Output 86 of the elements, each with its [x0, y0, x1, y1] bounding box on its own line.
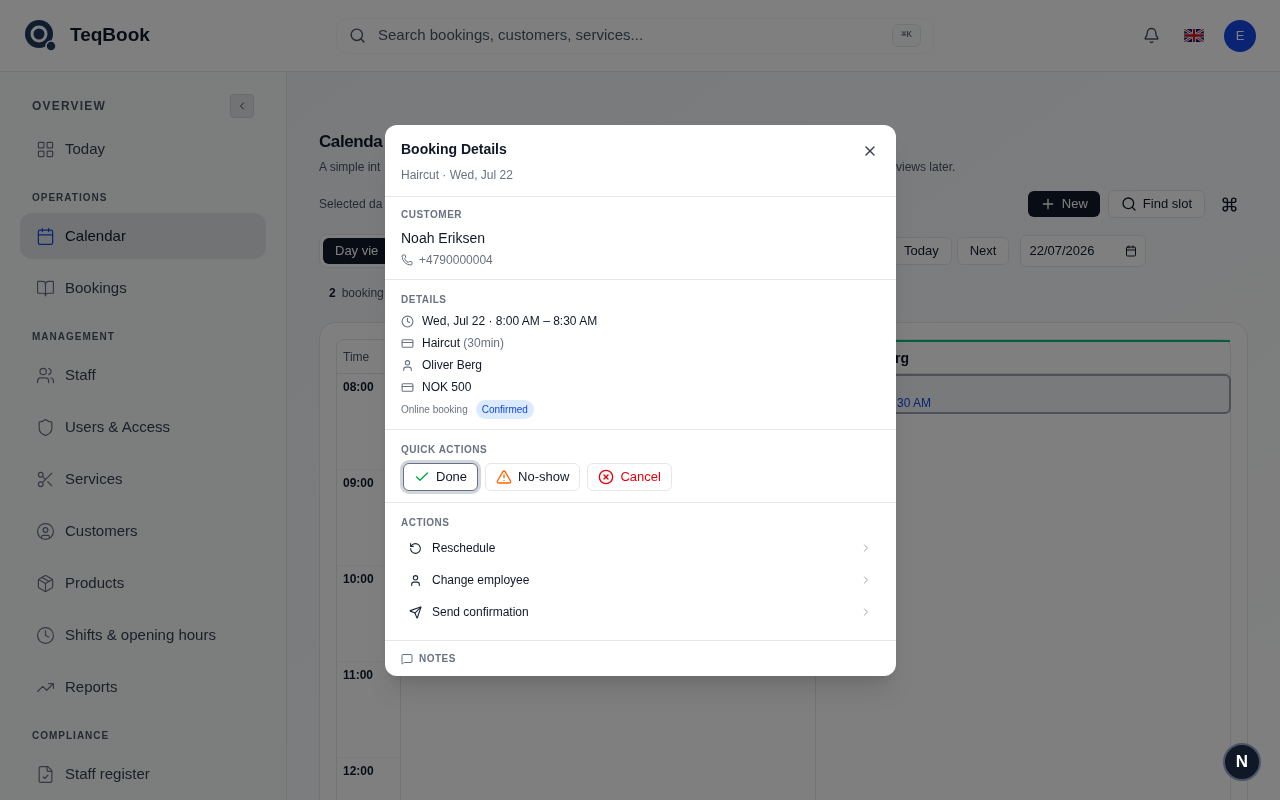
- time-label: 09:00: [343, 476, 374, 490]
- nav-item[interactable]: Reports: [20, 664, 266, 710]
- scissors-icon: [36, 469, 55, 489]
- detail-text: Haircut (30min): [422, 335, 505, 352]
- detail-text: NOK 500: [422, 379, 472, 396]
- shield-icon: [36, 417, 55, 437]
- section-label: ACTIONS: [401, 516, 451, 530]
- subtitle-text: A simple int: [319, 160, 381, 174]
- action-item[interactable]: Reschedule: [401, 532, 880, 564]
- booking-count: 2: [329, 285, 336, 302]
- search-field[interactable]: Search bookings, customers, services... ⌘K: [336, 17, 934, 54]
- page-title: Calenda: [319, 131, 383, 153]
- nav-item[interactable]: Customers: [20, 508, 266, 554]
- action-item[interactable]: Change employee: [401, 564, 880, 596]
- clock-icon: [401, 314, 414, 328]
- nav-item[interactable]: Staff register: [20, 751, 266, 797]
- customer-name: Noah Eriksen: [401, 229, 487, 248]
- detail-text: Oliver Berg: [422, 357, 483, 374]
- card-icon: [401, 336, 414, 350]
- column-header: rg: [895, 350, 909, 366]
- column-header: Time: [343, 350, 370, 364]
- action-item[interactable]: Send confirmation: [401, 596, 880, 628]
- person-icon: [409, 573, 422, 587]
- phone-icon: [401, 254, 413, 266]
- time-label: 12:00: [343, 764, 374, 778]
- command-icon[interactable]: [1221, 195, 1238, 213]
- section-label: OPERATIONS: [32, 191, 108, 205]
- card-icon: [401, 380, 414, 394]
- new-button[interactable]: New: [1027, 191, 1100, 217]
- nav-item[interactable]: Calendar: [20, 213, 266, 259]
- note-icon: [401, 652, 413, 665]
- logo-icon: [24, 18, 58, 53]
- warning-icon: [496, 469, 513, 485]
- users-icon: [36, 365, 55, 385]
- brand-name: TeqBook: [70, 23, 150, 48]
- section-label: MANAGEMENT: [32, 330, 115, 344]
- user-circle-icon: [36, 521, 55, 541]
- section-label: COMPLIANCE: [32, 729, 110, 743]
- next-button[interactable]: Next: [956, 237, 1010, 265]
- cancel-icon: [598, 469, 615, 485]
- status-badge: Confirmed: [475, 400, 534, 419]
- subtitle-text: views later.: [896, 159, 956, 176]
- nav-item[interactable]: Bookings: [20, 265, 266, 311]
- package-icon: [36, 573, 55, 593]
- date-field[interactable]: 22/07/2026: [1020, 235, 1147, 267]
- time-label: 08:00: [343, 380, 374, 394]
- calendar-icon: [36, 226, 55, 246]
- flag-icon[interactable]: [1184, 29, 1204, 42]
- customer-phone: +4790000004: [419, 252, 493, 269]
- nav-item[interactable]: Products: [20, 560, 266, 606]
- nav-item[interactable]: Shifts & opening hours: [20, 612, 266, 658]
- selected-date-text: Selected da: [319, 196, 383, 213]
- section-label: DETAILS: [401, 293, 448, 307]
- booking-source: Online booking: [401, 403, 468, 417]
- cancel-button[interactable]: Cancel: [587, 463, 672, 491]
- avatar[interactable]: E: [1224, 19, 1256, 52]
- rotate-icon: [409, 541, 422, 555]
- shortcut-key: ⌘K: [892, 23, 921, 48]
- notification-icon[interactable]: [1143, 27, 1160, 44]
- search-icon: [1120, 196, 1137, 212]
- book-icon: [36, 278, 55, 298]
- nav-item[interactable]: Services: [20, 456, 266, 502]
- dialog-subtitle: Haircut · Wed, Jul 22: [401, 167, 514, 184]
- nav-item[interactable]: Staff: [20, 352, 266, 398]
- person-icon: [401, 358, 414, 372]
- search-icon: [349, 27, 366, 44]
- section-label: NOTES: [419, 652, 456, 666]
- file-check-icon: [36, 764, 55, 784]
- grid-icon: [36, 139, 55, 159]
- nav-item[interactable]: Today: [20, 126, 266, 172]
- find-slot-button[interactable]: Find slot: [1107, 190, 1205, 218]
- time-label: 11:00: [343, 668, 374, 682]
- search-input[interactable]: Search bookings, customers, services...: [378, 24, 881, 47]
- section-label: OVERVIEW: [32, 98, 107, 115]
- section-label: CUSTOMER: [401, 208, 464, 222]
- section-label: QUICK ACTIONS: [401, 443, 489, 457]
- nav-item[interactable]: Users & Access: [20, 404, 266, 450]
- booking-count-label: booking: [341, 285, 384, 302]
- send-icon: [409, 605, 422, 619]
- clock-icon: [36, 625, 55, 645]
- calendar-icon: [1125, 245, 1138, 257]
- no-show-button[interactable]: No-show: [485, 463, 581, 491]
- detail-text: Wed, Jul 22 · 8:00 AM – 8:30 AM: [422, 313, 598, 330]
- done-button[interactable]: Done: [403, 463, 479, 491]
- time-label: 10:00: [343, 572, 374, 586]
- dialog-title: Booking Details: [401, 140, 507, 159]
